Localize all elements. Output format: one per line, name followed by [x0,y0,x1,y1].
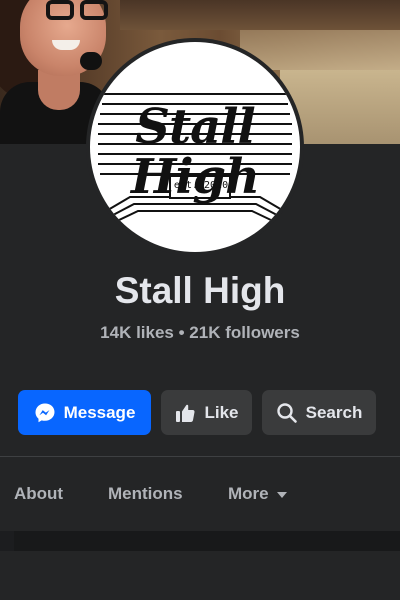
search-button-label: Search [305,402,363,422]
cover-neck [38,70,80,110]
section-divider [0,456,400,457]
caret-down-icon [276,492,287,498]
cover-glasses [46,0,116,22]
search-icon [276,402,298,424]
page-title: Stall High [114,270,286,311]
profile-logo: Stall High est. 2020 [90,42,300,252]
page-stats[interactable]: 14K likes • 21K followers [0,322,400,344]
like-button-label: Like [204,402,239,422]
logo-established: est. 2020 [173,180,229,191]
section-separator-inner [14,531,400,551]
tab-about-label: About [14,484,64,503]
tab-about[interactable]: About [14,472,63,516]
profile-picture[interactable]: Stall High est. 2020 [86,38,304,256]
tab-more[interactable]: More [228,472,287,516]
message-button-label: Message [63,402,136,422]
content-area [0,551,400,600]
tab-mentions-label: Mentions [108,484,183,503]
search-button[interactable]: Search [262,390,376,435]
tab-more-label: More [228,484,269,503]
tab-mentions[interactable]: Mentions [108,472,183,516]
messenger-icon [34,402,56,424]
message-button[interactable]: Message [18,390,151,435]
thumbs-up-icon [174,402,196,424]
like-button[interactable]: Like [161,390,252,435]
page-profile: Stall High est. 2020 Stall High 14K like… [0,0,400,600]
cover-background-beam [120,0,400,30]
